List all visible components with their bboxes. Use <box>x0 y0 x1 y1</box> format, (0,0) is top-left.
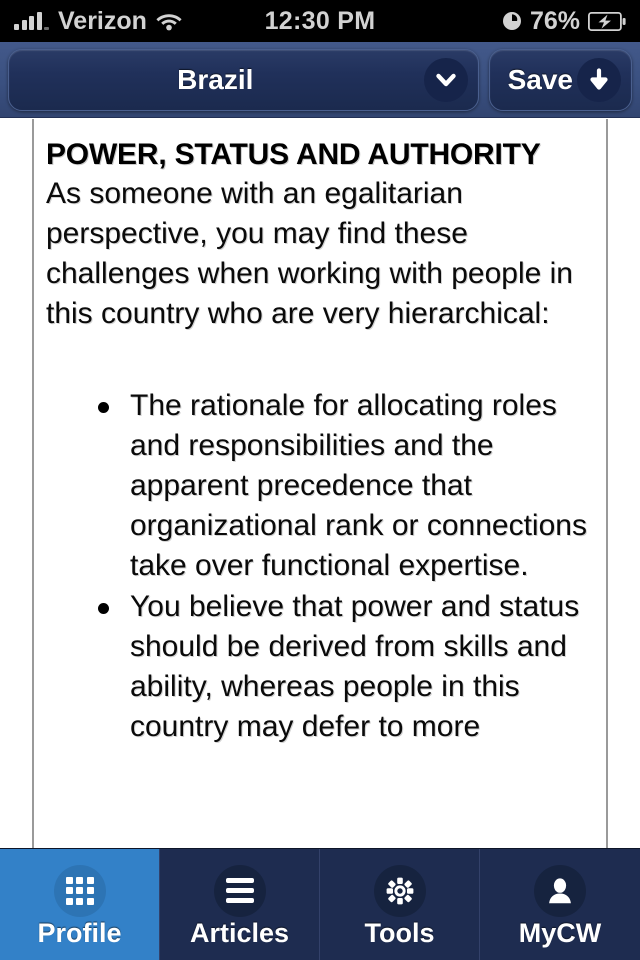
tab-profile[interactable]: Profile <box>0 849 160 960</box>
tab-profile-label: Profile <box>37 917 122 948</box>
status-bar: Verizon 12:30 PM 76% <box>0 0 640 42</box>
carrier-label: Verizon <box>58 6 147 35</box>
status-bar-left: Verizon <box>14 7 182 36</box>
challenges-bullet-list: The rationale for allocating roles and r… <box>46 386 594 747</box>
arrow-down-icon[interactable] <box>577 57 621 102</box>
tab-mycw-label: MyCW <box>518 917 602 948</box>
article-content-area[interactable]: POWER, STATUS AND AUTHORITY As someone w… <box>0 119 640 848</box>
article-intro-paragraph: As someone with an egalitarian perspecti… <box>46 177 573 331</box>
navigation-bar: Brazil Save <box>0 42 640 118</box>
clock-icon <box>502 11 522 31</box>
hamburger-icon <box>213 864 266 917</box>
battery-charging-icon <box>588 11 626 31</box>
gear-icon <box>373 864 426 917</box>
page-title: POWER, STATUS AND AUTHORITY <box>46 138 541 171</box>
person-icon <box>534 864 586 917</box>
phone-screen: Verizon 12:30 PM 76% Brazil Save POWER, … <box>0 0 640 960</box>
chevron-down-icon[interactable] <box>423 57 468 102</box>
save-label: Save <box>507 63 573 95</box>
grid-icon <box>53 864 106 917</box>
battery-percent-label: 76% <box>529 6 580 35</box>
tab-articles-label: Articles <box>189 917 290 948</box>
save-button[interactable]: Save <box>488 48 632 111</box>
signal-bars-icon <box>14 12 49 30</box>
country-selector-button[interactable]: Brazil <box>8 48 479 111</box>
country-label: Brazil <box>177 63 254 95</box>
tab-articles[interactable]: Articles <box>160 849 320 960</box>
tab-tools[interactable]: Tools <box>320 849 480 960</box>
wifi-icon <box>156 12 182 31</box>
list-item: The rationale for allocating roles and r… <box>46 386 594 585</box>
tab-mycw[interactable]: MyCW <box>480 849 640 960</box>
tab-bar: Profile Articles Tools MyCW <box>0 848 640 960</box>
tab-tools-label: Tools <box>364 917 435 948</box>
status-bar-right: 76% <box>502 7 626 36</box>
list-item: You believe that power and status should… <box>46 587 594 747</box>
slide-frame: POWER, STATUS AND AUTHORITY As someone w… <box>32 119 608 848</box>
